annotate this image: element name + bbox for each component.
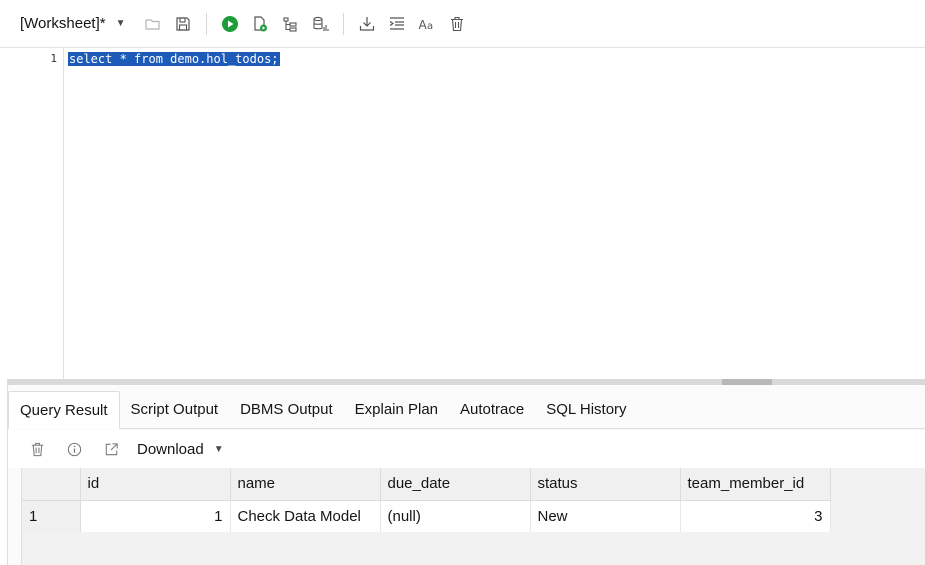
svg-text:a: a	[427, 21, 433, 32]
line-number: 1	[50, 52, 57, 65]
cell-status[interactable]: New	[530, 500, 681, 532]
download-label: Download	[137, 440, 204, 458]
download-button[interactable]	[352, 9, 382, 39]
download-icon	[359, 16, 374, 31]
clear-button[interactable]	[442, 9, 472, 39]
tab-dbms-output[interactable]: DBMS Output	[229, 390, 344, 428]
column-header-team-member-id[interactable]: team_member_id	[680, 468, 831, 501]
result-table: id name due_date status team_member_id 1…	[22, 468, 831, 532]
explain-plan-button[interactable]	[275, 9, 305, 39]
case-button[interactable]: Aa	[412, 9, 442, 39]
sql-editor[interactable]: 1 select * from demo.hol_todos;	[0, 48, 925, 379]
tab-sql-history[interactable]: SQL History	[535, 390, 637, 428]
column-header-due-date[interactable]: due_date	[380, 468, 531, 501]
run-statement-icon	[221, 15, 238, 32]
save-icon	[175, 16, 190, 31]
cell-due-date[interactable]: (null)	[380, 500, 531, 532]
column-header-status[interactable]: status	[530, 468, 681, 501]
selected-code: select * from demo.hol_todos;	[68, 52, 280, 66]
results-panel: Query Result Script Output DBMS Output E…	[7, 385, 925, 565]
toolbar-divider	[205, 12, 207, 35]
cell-name[interactable]: Check Data Model	[230, 500, 381, 532]
trash-icon	[450, 16, 463, 31]
chevron-down-icon: ▼	[213, 443, 224, 455]
worksheet-label: [Worksheet]*	[20, 15, 106, 32]
folder-open-icon	[144, 18, 160, 30]
case-icon: Aa	[418, 18, 433, 32]
tab-script-output[interactable]: Script Output	[120, 390, 230, 428]
code-area[interactable]: select * from demo.hol_todos;	[64, 48, 925, 379]
result-grid: id name due_date status team_member_id 1…	[21, 468, 925, 565]
cell-team-member-id[interactable]: 3	[680, 500, 831, 532]
chevron-down-icon: ▼	[115, 18, 126, 29]
row-number[interactable]: 1	[22, 500, 81, 532]
tab-query-result[interactable]: Query Result	[8, 391, 120, 429]
open-button[interactable]	[138, 9, 168, 39]
run-script-icon	[253, 15, 267, 31]
tab-explain-plan[interactable]: Explain Plan	[344, 390, 449, 428]
worksheet-toolbar: [Worksheet]* ▼ Aa	[0, 0, 925, 48]
info-icon	[67, 442, 81, 456]
tab-autotrace[interactable]: Autotrace	[449, 390, 535, 428]
format-button[interactable]	[382, 9, 412, 39]
column-header-id[interactable]: id	[80, 468, 231, 501]
explain-plan-icon	[282, 16, 297, 32]
line-number-gutter: 1	[0, 48, 64, 379]
column-header-name[interactable]: name	[230, 468, 381, 501]
autotrace-button[interactable]	[305, 9, 335, 39]
trash-icon	[31, 442, 43, 456]
info-button[interactable]	[59, 434, 89, 464]
worksheet-selector[interactable]: [Worksheet]* ▼	[20, 10, 126, 38]
save-button[interactable]	[168, 9, 198, 39]
cell-id[interactable]: 1	[80, 500, 231, 532]
clear-results-button[interactable]	[22, 434, 52, 464]
table-row[interactable]: 1 1 Check Data Model (null) New 3	[22, 500, 831, 532]
results-tabs: Query Result Script Output DBMS Output E…	[8, 391, 925, 429]
autotrace-icon	[312, 16, 329, 31]
download-dropdown[interactable]: Download ▼	[137, 441, 224, 458]
run-script-button[interactable]	[245, 9, 275, 39]
format-icon	[389, 16, 404, 30]
run-statement-button[interactable]	[215, 9, 245, 39]
table-header-row: id name due_date status team_member_id	[22, 468, 831, 501]
open-in-new-button[interactable]	[96, 434, 126, 464]
code-line[interactable]: select * from demo.hol_todos;	[68, 51, 280, 67]
row-number-header	[22, 468, 81, 501]
external-link-icon	[105, 442, 118, 455]
result-toolbar: Download ▼	[8, 430, 925, 468]
toolbar-divider	[342, 12, 344, 35]
